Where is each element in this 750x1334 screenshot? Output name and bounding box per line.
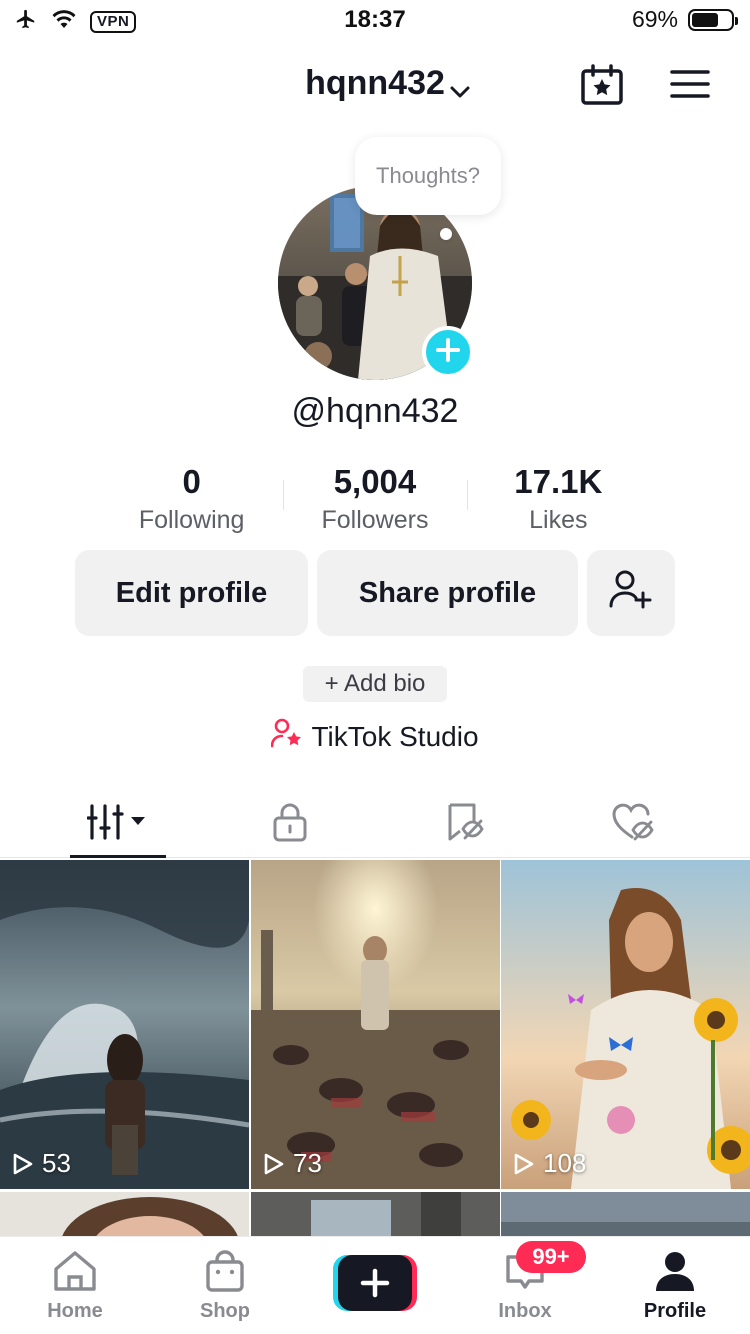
stat-value: 0: [182, 463, 201, 500]
battery-icon: [688, 8, 738, 31]
add-user-icon: [609, 569, 653, 617]
bottom-nav: Home Shop Inbox 99+ Profile: [0, 1236, 750, 1334]
stat-label: Followers: [321, 506, 429, 534]
thoughts-bubble[interactable]: Thoughts?: [355, 137, 501, 215]
view-count-value: 108: [543, 1148, 587, 1178]
stat-label: Following: [138, 506, 245, 534]
battery-fill: [692, 12, 719, 27]
studio-label: TikTok Studio: [311, 720, 479, 752]
account-switcher[interactable]: hqnn432: [0, 64, 750, 103]
profile-icon: [653, 1252, 697, 1297]
calendar-star-icon[interactable]: [580, 64, 624, 106]
avatar-container[interactable]: [278, 186, 474, 380]
stat-divider: [467, 480, 468, 510]
creator-star-icon: [271, 718, 303, 755]
view-count: 53: [12, 1148, 71, 1179]
stat-value: 17.1K: [514, 463, 603, 500]
inbox-icon: [503, 1255, 547, 1297]
profile-tabs: [0, 790, 750, 858]
stat-following[interactable]: 0 Following: [100, 462, 283, 542]
view-count-value: 73: [293, 1148, 322, 1178]
nav-shop-label: Shop: [200, 1300, 250, 1322]
video-thumbnail[interactable]: 108: [501, 860, 750, 1189]
stat-likes[interactable]: 17.1K Likes: [467, 462, 650, 542]
status-bar: VPN 18:37 69%: [0, 0, 750, 40]
home-icon: [51, 1251, 99, 1297]
view-count-value: 53: [42, 1148, 71, 1178]
stat-label: Likes: [529, 506, 588, 534]
view-count: 108: [513, 1148, 586, 1179]
profile-stats: 0 Following 5,004 Followers 17.1K Likes: [100, 462, 650, 542]
battery-percent: 69%: [631, 6, 678, 32]
nav-profile-label: Profile: [643, 1300, 707, 1322]
add-story-button[interactable]: [422, 326, 474, 378]
inbox-badge: 99+: [516, 1241, 586, 1273]
menu-icon[interactable]: [670, 68, 710, 100]
profile-handle: @hqnn432: [291, 392, 459, 430]
tab-saved[interactable]: [425, 790, 505, 858]
tab-videos[interactable]: [70, 790, 166, 858]
view-count: 73: [263, 1148, 322, 1179]
play-icon: [513, 1152, 535, 1176]
nav-shop[interactable]: Shop: [165, 1249, 285, 1323]
account-username: hqnn432: [305, 64, 445, 102]
shopping-bag-icon: [203, 1250, 247, 1297]
nav-home[interactable]: Home: [15, 1249, 135, 1323]
play-icon: [263, 1152, 285, 1176]
stat-divider: [283, 480, 284, 510]
heart-hidden-icon: [612, 802, 656, 847]
grid-filter-icon: [86, 802, 149, 847]
edit-profile-button[interactable]: Edit profile: [75, 550, 308, 636]
plus-icon: [435, 337, 461, 368]
status-right: 69%: [631, 6, 738, 33]
video-thumbnail[interactable]: 73: [251, 860, 500, 1189]
add-friends-button[interactable]: [587, 550, 675, 636]
nav-profile[interactable]: Profile: [615, 1249, 735, 1323]
play-icon: [12, 1152, 34, 1176]
stat-followers[interactable]: 5,004 Followers: [283, 462, 466, 542]
create-button[interactable]: [333, 1255, 417, 1311]
video-thumbnail[interactable]: 53: [0, 860, 249, 1189]
add-bio-button[interactable]: + Add bio: [303, 666, 447, 702]
thought-bubble-tail: [440, 228, 452, 240]
nav-home-label: Home: [47, 1300, 103, 1322]
tab-private[interactable]: [250, 790, 330, 858]
nav-inbox-label: Inbox: [498, 1300, 552, 1322]
top-nav: hqnn432: [0, 52, 750, 116]
bookmark-hidden-icon: [445, 802, 485, 847]
lock-icon: [272, 802, 308, 847]
tiktok-studio-link[interactable]: TikTok Studio: [0, 718, 750, 755]
stat-value: 5,004: [333, 463, 417, 500]
share-profile-button[interactable]: Share profile: [317, 550, 578, 636]
chevron-down-icon: [449, 73, 471, 97]
tab-liked[interactable]: [594, 790, 674, 858]
